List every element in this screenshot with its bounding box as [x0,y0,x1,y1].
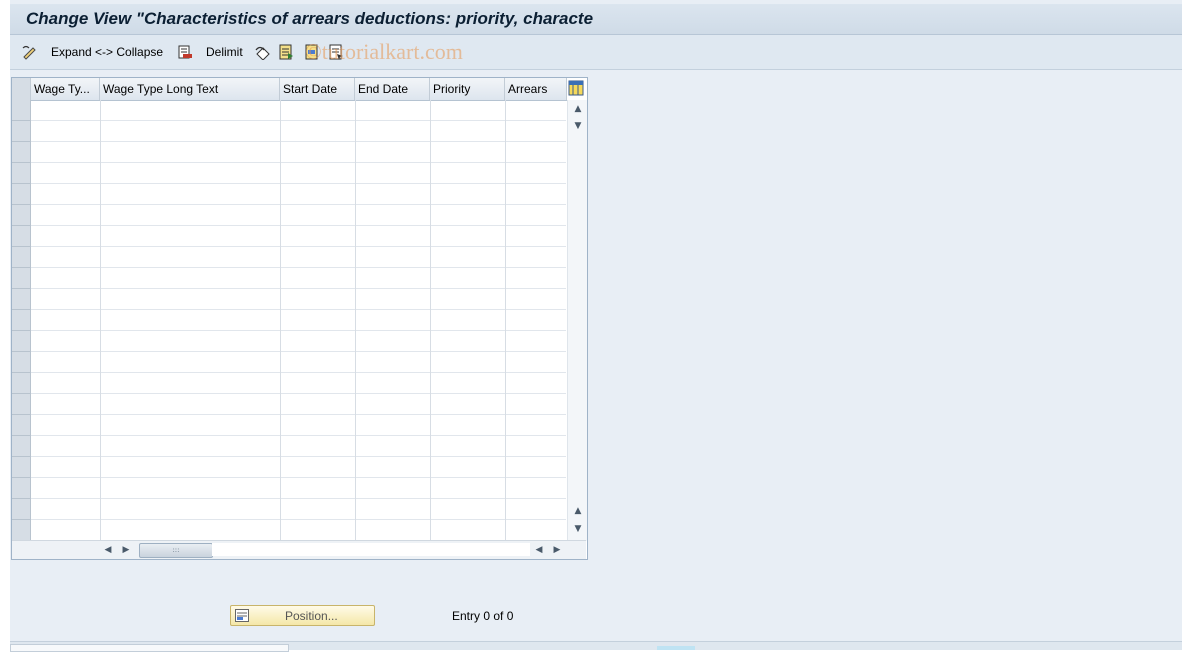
table-row[interactable] [31,163,566,184]
delimit-button[interactable]: Delimit [177,43,243,61]
table-row[interactable] [31,226,566,247]
status-message-field [10,644,289,652]
page-title: Change View "Characteristics of arrears … [26,9,594,28]
row-selector[interactable] [12,310,31,331]
table-row[interactable] [31,373,566,394]
edit-pencil-icon[interactable] [22,43,38,61]
scroll-up-icon[interactable]: ▼ [572,120,584,132]
table-settings-icon[interactable] [568,80,584,96]
row-selector[interactable] [12,499,31,520]
scroll-right-icon[interactable]: ▶ [120,544,132,556]
scroll-page-up-icon[interactable]: ▲ [572,103,584,115]
table-row[interactable] [31,100,566,121]
title-bar: Change View "Characteristics of arrears … [10,4,1182,35]
table-row[interactable] [31,205,566,226]
vertical-scrollbar[interactable]: ▲ ▼ ▲ ▼ [567,100,587,541]
row-selector[interactable] [12,520,31,541]
scroll-left-end-icon[interactable]: ◀ [533,544,545,556]
delimit-label: Delimit [206,45,243,59]
deselect-all-icon[interactable] [328,43,344,61]
table-header: Wage Ty... Wage Type Long Text Start Dat… [12,78,567,101]
row-selector[interactable] [12,226,31,247]
column-header-start-date[interactable]: Start Date [280,78,355,100]
entry-count: Entry 0 of 0 [452,609,514,623]
table-row[interactable] [31,247,566,268]
expand-collapse-button[interactable]: Expand <-> Collapse [51,43,163,61]
row-selector[interactable] [12,457,31,478]
row-selector[interactable] [12,394,31,415]
position-icon [235,609,249,625]
table-row[interactable] [31,310,566,331]
column-divider [280,100,281,540]
row-selector[interactable] [12,184,31,205]
table-row[interactable] [31,457,566,478]
delimit-icon [177,44,193,60]
select-all-icon[interactable] [278,43,294,61]
scroll-right-end-icon[interactable]: ▶ [551,544,563,556]
table-row[interactable] [31,289,566,310]
table-row[interactable] [31,142,566,163]
row-selector[interactable] [12,478,31,499]
table-row[interactable] [31,268,566,289]
column-divider [100,100,101,540]
column-divider [505,100,506,540]
row-selector[interactable] [12,352,31,373]
column-header-wage-type[interactable]: Wage Ty... [31,78,100,100]
row-selector[interactable] [12,373,31,394]
select-all-rows-corner[interactable] [12,78,31,100]
row-selector[interactable] [12,142,31,163]
row-selector[interactable] [12,100,31,121]
table-row[interactable] [31,415,566,436]
horizontal-scroll-track[interactable] [212,543,530,556]
row-selector[interactable] [12,268,31,289]
expand-collapse-label: Expand <-> Collapse [51,45,164,59]
row-selector[interactable] [12,205,31,226]
scroll-left-icon[interactable]: ◀ [102,544,114,556]
table-row[interactable] [31,478,566,499]
table-row[interactable] [31,520,566,541]
column-header-priority[interactable]: Priority [430,78,505,100]
application-toolbar: Expand <-> Collapse Delimit ©tutorialkar… [10,35,1182,70]
row-selector[interactable] [12,331,31,352]
column-divider [355,100,356,540]
table-row[interactable] [31,436,566,457]
scroll-page-down-icon[interactable]: ▼ [572,523,584,535]
horizontal-scrollbar[interactable]: ◀ ▶ ::: ◀ ▶ [12,540,586,559]
status-indicator [657,646,695,650]
row-selector[interactable] [12,163,31,184]
column-divider [430,100,431,540]
position-button[interactable]: Position... [230,605,375,626]
column-header-arrears[interactable]: Arrears [505,78,567,100]
undo-change-icon[interactable] [254,43,272,61]
horizontal-scroll-thumb[interactable]: ::: [139,543,213,558]
table-row[interactable] [31,394,566,415]
row-selector[interactable] [12,415,31,436]
row-selector[interactable] [12,289,31,310]
position-button-label: Position... [285,609,338,623]
column-header-wage-type-long-text[interactable]: Wage Type Long Text [100,78,280,100]
table-row[interactable] [31,184,566,205]
row-selector[interactable] [12,436,31,457]
table-row[interactable] [31,352,566,373]
table-row[interactable] [31,121,566,142]
table-row[interactable] [31,331,566,352]
row-selector[interactable] [12,121,31,142]
row-selector[interactable] [12,247,31,268]
scroll-down-icon[interactable]: ▲ [572,505,584,517]
table-control: Wage Ty... Wage Type Long Text Start Dat… [11,77,588,560]
column-header-end-date[interactable]: End Date [355,78,430,100]
select-block-icon[interactable] [304,43,320,61]
table-row[interactable] [31,499,566,520]
